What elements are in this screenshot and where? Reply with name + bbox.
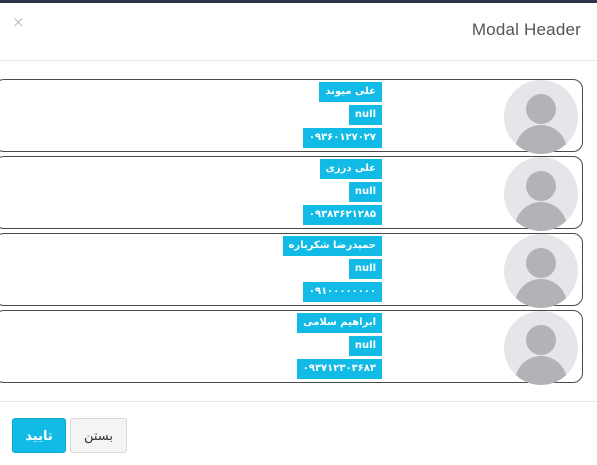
modal-title: Modal Header — [471, 20, 581, 39]
close-button[interactable]: بستن — [70, 418, 127, 453]
contact-info: null — [348, 336, 382, 356]
modal-footer: تایید بستن — [0, 401, 597, 465]
contact-name: علی میوند — [319, 82, 382, 102]
contact-card[interactable]: علی درزی null ۰۹۳۸۳۶۲۱۲۸۵ — [0, 156, 583, 231]
contact-phone: ۰۹۳۶۰۱۲۷۰۲۷ — [302, 128, 382, 148]
user-avatar-icon — [504, 311, 578, 385]
close-icon[interactable]: × — [12, 15, 25, 30]
user-avatar-icon — [504, 80, 578, 154]
contact-info: null — [348, 259, 382, 279]
modal-dialog: × Modal Header علی میوند null ۰۹۳۶۰۱۲۷۰۲… — [0, 0, 597, 465]
contact-info: null — [348, 182, 382, 202]
contact-info: null — [348, 105, 382, 125]
contact-name: ابراهیم سلامی — [297, 313, 382, 333]
user-avatar-icon — [504, 157, 578, 231]
contact-phone: ۰۹۱۰۰۰۰۰۰۰۰ — [302, 282, 382, 302]
contact-phone: ۰۹۳۸۳۶۲۱۲۸۵ — [302, 205, 382, 225]
contact-card[interactable]: ابراهیم سلامی null ۰۹۳۷۱۲۳۰۳۶۸۳ — [0, 310, 583, 385]
modal-header: × Modal Header — [0, 3, 597, 61]
contact-phone: ۰۹۳۷۱۲۳۰۳۶۸۳ — [296, 359, 382, 379]
contact-name: حمیدرضا شکرباره — [282, 236, 382, 256]
contact-name: علی درزی — [319, 159, 382, 179]
user-avatar-icon — [504, 234, 578, 308]
contact-card[interactable]: علی میوند null ۰۹۳۶۰۱۲۷۰۲۷ — [0, 79, 583, 154]
contact-card[interactable]: حمیدرضا شکرباره null ۰۹۱۰۰۰۰۰۰۰۰ — [0, 233, 583, 308]
confirm-button[interactable]: تایید — [12, 418, 66, 453]
